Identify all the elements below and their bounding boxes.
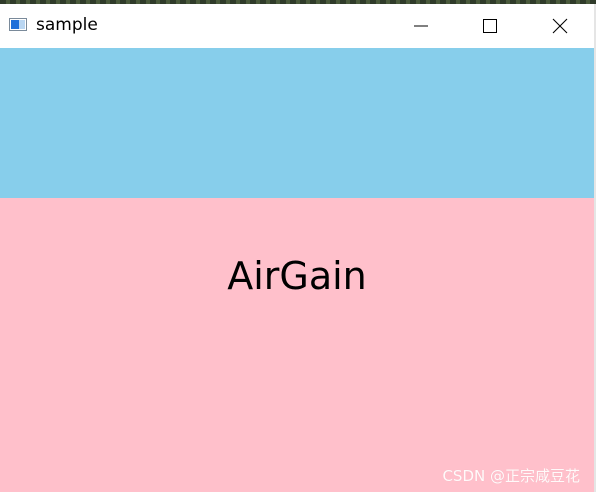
csdn-watermark: CSDN @正宗咸豆花 <box>442 467 580 485</box>
minimize-button[interactable] <box>386 4 456 48</box>
application-window-icon <box>9 18 27 31</box>
bottom-color-panel: AirGain CSDN @正宗咸豆花 <box>0 198 594 492</box>
top-color-panel <box>0 48 594 198</box>
maximize-button[interactable] <box>455 4 525 48</box>
window-title: sample <box>36 15 98 35</box>
app-window: sample AirGain CSDN @正宗咸豆花 <box>0 4 596 492</box>
close-icon <box>552 18 568 34</box>
minimize-icon <box>414 25 428 27</box>
close-button[interactable] <box>525 4 595 48</box>
airgain-label: AirGain <box>227 254 367 298</box>
maximize-icon <box>483 19 497 33</box>
title-bar[interactable]: sample <box>0 4 594 48</box>
